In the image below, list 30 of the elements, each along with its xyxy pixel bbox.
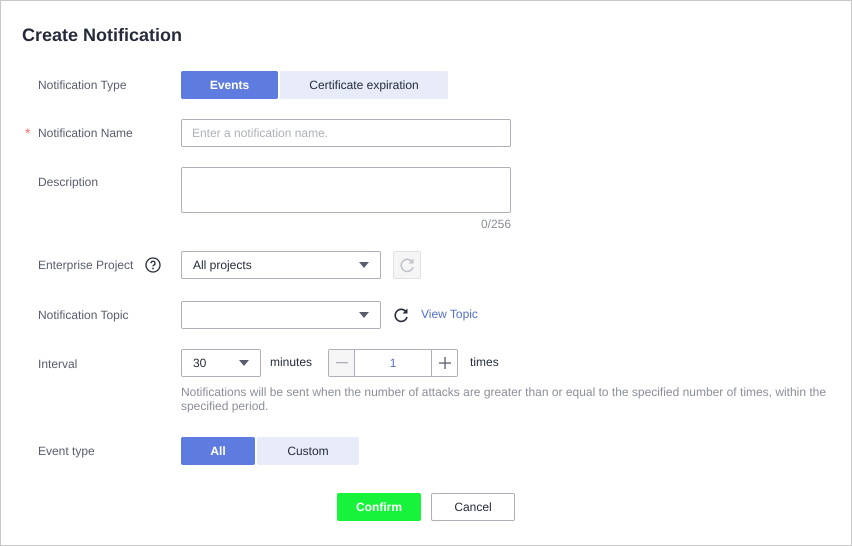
field-label: Notification Name xyxy=(38,125,133,142)
unit-label: minutes xyxy=(270,354,312,371)
interval-select[interactable]: 30 xyxy=(181,349,261,377)
hint-text: Notifications will be sent when the number of attacks are greater than or equal to the specified number of times, within the specified period. xyxy=(181,385,828,413)
unit-label: times xyxy=(470,354,499,371)
field-label: Notification Type xyxy=(38,77,126,94)
segment-tab[interactable]: Events xyxy=(181,71,278,99)
segment-tab[interactable]: All xyxy=(181,437,255,465)
name-input-field[interactable]: Enter a notification name. xyxy=(181,119,511,147)
topic-select[interactable] xyxy=(181,301,381,329)
caret-icon xyxy=(359,312,369,318)
field-label: Interval xyxy=(38,356,78,373)
character-counter: 0/256 xyxy=(480,216,511,233)
project-select[interactable]: All projects xyxy=(181,251,381,279)
field-label: Description xyxy=(38,174,98,191)
field-label: Enterprise Project xyxy=(38,257,134,274)
description-field[interactable] xyxy=(181,167,511,213)
cancel-button[interactable]: Cancel xyxy=(431,493,515,521)
dialog-title: Create Notification xyxy=(21,24,184,47)
refresh-icon xyxy=(398,256,416,274)
caret-icon xyxy=(359,262,369,268)
segment-tab[interactable]: Certificate expiration xyxy=(280,71,448,99)
help-icon[interactable] xyxy=(145,257,162,273)
required-mark: * xyxy=(25,124,32,142)
segment-tab[interactable]: Custom xyxy=(257,437,359,465)
field-label: Event type xyxy=(38,443,95,460)
refresh-icon xyxy=(392,306,410,324)
view-topic-link[interactable]: View Topic xyxy=(421,305,478,323)
field-label: Notification Topic xyxy=(38,307,128,324)
caret-icon xyxy=(239,360,249,366)
